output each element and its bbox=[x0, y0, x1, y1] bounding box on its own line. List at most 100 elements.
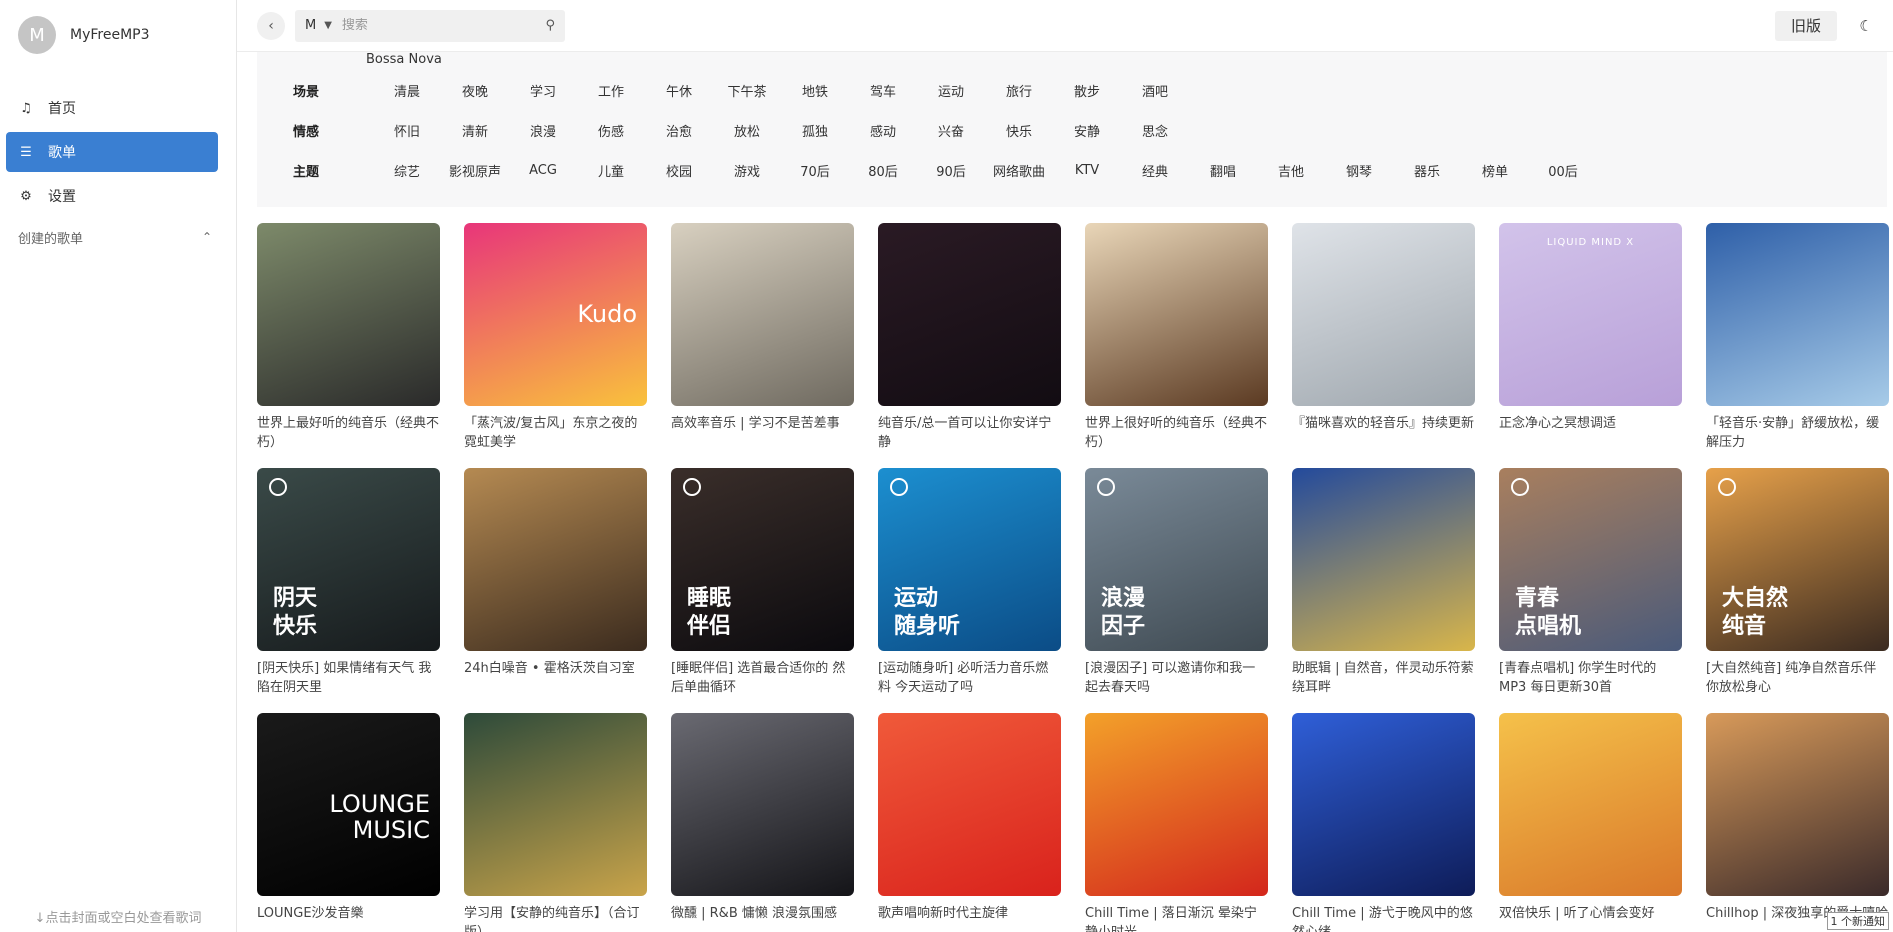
playlist-title[interactable]: [运动随身听] 必听活力音乐燃料 今天运动了吗 bbox=[878, 659, 1061, 697]
filter-tag[interactable]: 清晨 bbox=[373, 81, 441, 100]
playlist-cover[interactable]: 浪漫 因子 bbox=[1085, 468, 1268, 651]
filter-tag[interactable]: ACG bbox=[509, 163, 577, 178]
playlist-title[interactable]: [阴天快乐] 如果情绪有天气 我陷在阴天里 bbox=[257, 659, 440, 697]
user-profile[interactable]: M MyFreeMP3 bbox=[0, 0, 236, 70]
playlist-title[interactable]: 「轻音乐·安静」舒缓放松，缓解压力 bbox=[1706, 414, 1889, 452]
filter-tag[interactable]: 网络歌曲 bbox=[985, 161, 1053, 180]
playlist-title[interactable]: [大自然纯音] 纯净自然音乐伴你放松身心 bbox=[1706, 659, 1889, 697]
playlist-cover[interactable] bbox=[1085, 713, 1268, 896]
back-button[interactable]: ‹ bbox=[257, 11, 285, 40]
playlist-card[interactable]: Chill Time | 游弋于晚风中的悠然心绪 bbox=[1292, 713, 1475, 932]
playlist-title[interactable]: 高效率音乐 | 学习不是苦差事 bbox=[671, 414, 854, 452]
playlist-cover[interactable] bbox=[1292, 468, 1475, 651]
filter-tag[interactable]: 快乐 bbox=[985, 121, 1053, 140]
filter-tag[interactable]: 70后 bbox=[781, 161, 849, 180]
playlist-cover[interactable] bbox=[1499, 713, 1682, 896]
playlist-title[interactable]: [睡眠伴侣] 选首最合适你的 然后单曲循环 bbox=[671, 659, 854, 697]
filter-tag[interactable]: 校园 bbox=[645, 161, 713, 180]
playlist-cover[interactable] bbox=[878, 223, 1061, 406]
playlist-card[interactable]: 双倍快乐 | 听了心情会变好 bbox=[1499, 713, 1682, 932]
filter-tag[interactable]: 80后 bbox=[849, 161, 917, 180]
playlist-cover[interactable]: LIQUID MIND X bbox=[1499, 223, 1682, 406]
playlist-card[interactable]: LIQUID MIND X 正念净心之冥想调适 bbox=[1499, 223, 1682, 452]
playlist-cover[interactable] bbox=[878, 713, 1061, 896]
playlist-title[interactable]: 正念净心之冥想调适 bbox=[1499, 414, 1682, 452]
filter-tag[interactable]: 吉他 bbox=[1257, 161, 1325, 180]
search-engine-select[interactable]: M bbox=[305, 18, 316, 33]
filter-tag[interactable]: 90后 bbox=[917, 161, 985, 180]
filter-tag[interactable]: 旅行 bbox=[985, 81, 1053, 100]
playlist-cover[interactable] bbox=[1292, 713, 1475, 896]
playlist-cover[interactable] bbox=[1085, 223, 1268, 406]
playlist-title[interactable]: 双倍快乐 | 听了心情会变好 bbox=[1499, 904, 1682, 932]
chevron-up-icon[interactable]: ⌃ bbox=[202, 230, 212, 244]
notification-toast[interactable]: 1 个新通知 bbox=[1826, 912, 1889, 930]
playlist-card[interactable]: 助眠辑 | 自然音，伴灵动乐符萦绕耳畔 bbox=[1292, 468, 1475, 697]
filter-tag[interactable]: 酒吧 bbox=[1121, 81, 1189, 100]
playlist-cover[interactable]: 大自然 纯音 bbox=[1706, 468, 1889, 651]
playlist-title[interactable]: Chill Time | 游弋于晚风中的悠然心绪 bbox=[1292, 904, 1475, 932]
playlist-title[interactable]: Chill Time | 落日渐沉 晕染宁静小时光 bbox=[1085, 904, 1268, 932]
playlist-cover[interactable] bbox=[1706, 223, 1889, 406]
playlist-title[interactable]: 纯音乐/总一首可以让你安详宁静 bbox=[878, 414, 1061, 452]
playlist-card[interactable]: 运动 随身听 [运动随身听] 必听活力音乐燃料 今天运动了吗 bbox=[878, 468, 1061, 697]
playlist-title[interactable]: 世界上最好听的纯音乐（经典不朽） bbox=[257, 414, 440, 452]
filter-tag[interactable]: 经典 bbox=[1121, 161, 1189, 180]
playlist-title[interactable]: 微醺 | R&B 慵懒 浪漫氛围感 bbox=[671, 904, 854, 932]
playlist-card[interactable]: 浪漫 因子 [浪漫因子] 可以邀请你和我一起去春天吗 bbox=[1085, 468, 1268, 697]
playlist-title[interactable]: 24h白噪音 • 霍格沃茨自习室 bbox=[464, 659, 647, 697]
playlist-card[interactable]: 阴天 快乐 [阴天快乐] 如果情绪有天气 我陷在阴天里 bbox=[257, 468, 440, 697]
playlist-card[interactable]: 大自然 纯音 [大自然纯音] 纯净自然音乐伴你放松身心 bbox=[1706, 468, 1889, 697]
playlist-cover[interactable] bbox=[464, 713, 647, 896]
playlist-cover[interactable] bbox=[257, 223, 440, 406]
filter-tag[interactable]: 思念 bbox=[1121, 121, 1189, 140]
playlist-card[interactable]: Chillhop | 深夜独享的爵士嘻哈 bbox=[1706, 713, 1889, 932]
playlist-title[interactable]: 学习用【安静的纯音乐】（合订版） bbox=[464, 904, 647, 932]
playlist-title[interactable]: 「蒸汽波/复古风」东京之夜的霓虹美学 bbox=[464, 414, 647, 452]
filter-tag[interactable]: Bossa Nova bbox=[366, 52, 442, 67]
playlist-cover[interactable]: 运动 随身听 bbox=[878, 468, 1061, 651]
filter-tag[interactable]: 孤独 bbox=[781, 121, 849, 140]
filter-tag[interactable]: 伤感 bbox=[577, 121, 645, 140]
playlist-title[interactable]: 歌声唱响新时代主旋律 bbox=[878, 904, 1061, 932]
filter-tag[interactable]: 散步 bbox=[1053, 81, 1121, 100]
filter-tag[interactable]: 怀旧 bbox=[373, 121, 441, 140]
playlist-cover[interactable] bbox=[464, 468, 647, 651]
playlist-card[interactable]: 世界上很好听的纯音乐（经典不朽） bbox=[1085, 223, 1268, 452]
filter-tag[interactable]: 翻唱 bbox=[1189, 161, 1257, 180]
search-input[interactable] bbox=[341, 18, 546, 33]
playlist-title[interactable]: LOUNGE沙发音樂 bbox=[257, 904, 440, 932]
avatar[interactable]: M bbox=[18, 16, 56, 54]
filter-tag[interactable]: 综艺 bbox=[373, 161, 441, 180]
filter-tag[interactable]: 放松 bbox=[713, 121, 781, 140]
playlist-card[interactable]: 青春 点唱机 [青春点唱机] 你学生时代的MP3 每日更新30首 bbox=[1499, 468, 1682, 697]
playlist-title[interactable]: [浪漫因子] 可以邀请你和我一起去春天吗 bbox=[1085, 659, 1268, 697]
playlist-cover[interactable] bbox=[1292, 223, 1475, 406]
playlist-card[interactable]: 学习用【安静的纯音乐】（合订版） bbox=[464, 713, 647, 932]
filter-tag[interactable]: 清新 bbox=[441, 121, 509, 140]
filter-tag[interactable]: 浪漫 bbox=[509, 121, 577, 140]
playlist-cover[interactable]: LOUNGE MUSIC bbox=[257, 713, 440, 896]
playlist-card[interactable]: LOUNGE MUSIC LOUNGE沙发音樂 bbox=[257, 713, 440, 932]
dark-mode-toggle[interactable]: ☾ bbox=[1851, 11, 1881, 41]
filter-tag[interactable]: KTV bbox=[1053, 163, 1121, 178]
filter-tag[interactable]: 器乐 bbox=[1393, 161, 1461, 180]
filter-tag[interactable]: 钢琴 bbox=[1325, 161, 1393, 180]
playlist-card[interactable]: 「轻音乐·安静」舒缓放松，缓解压力 bbox=[1706, 223, 1889, 452]
filter-tag[interactable]: 影视原声 bbox=[441, 161, 509, 180]
playlist-cover[interactable]: 青春 点唱机 bbox=[1499, 468, 1682, 651]
playlist-cover[interactable]: 阴天 快乐 bbox=[257, 468, 440, 651]
playlist-card[interactable]: 『猫咪喜欢的轻音乐』持续更新 bbox=[1292, 223, 1475, 452]
playlist-card[interactable]: 世界上最好听的纯音乐（经典不朽） bbox=[257, 223, 440, 452]
playlist-title[interactable]: 『猫咪喜欢的轻音乐』持续更新 bbox=[1292, 414, 1475, 452]
filter-tag[interactable]: 地铁 bbox=[781, 81, 849, 100]
playlist-cover[interactable] bbox=[1706, 713, 1889, 896]
search-icon[interactable]: ⚲ bbox=[545, 18, 555, 33]
playlist-title[interactable]: [青春点唱机] 你学生时代的MP3 每日更新30首 bbox=[1499, 659, 1682, 697]
playlist-card[interactable]: 纯音乐/总一首可以让你安详宁静 bbox=[878, 223, 1061, 452]
filter-tag[interactable]: 安静 bbox=[1053, 121, 1121, 140]
filter-tag[interactable]: 夜晚 bbox=[441, 81, 509, 100]
filter-tag[interactable]: 治愈 bbox=[645, 121, 713, 140]
filter-tag[interactable]: 兴奋 bbox=[917, 121, 985, 140]
playlist-title[interactable]: 助眠辑 | 自然音，伴灵动乐符萦绕耳畔 bbox=[1292, 659, 1475, 697]
